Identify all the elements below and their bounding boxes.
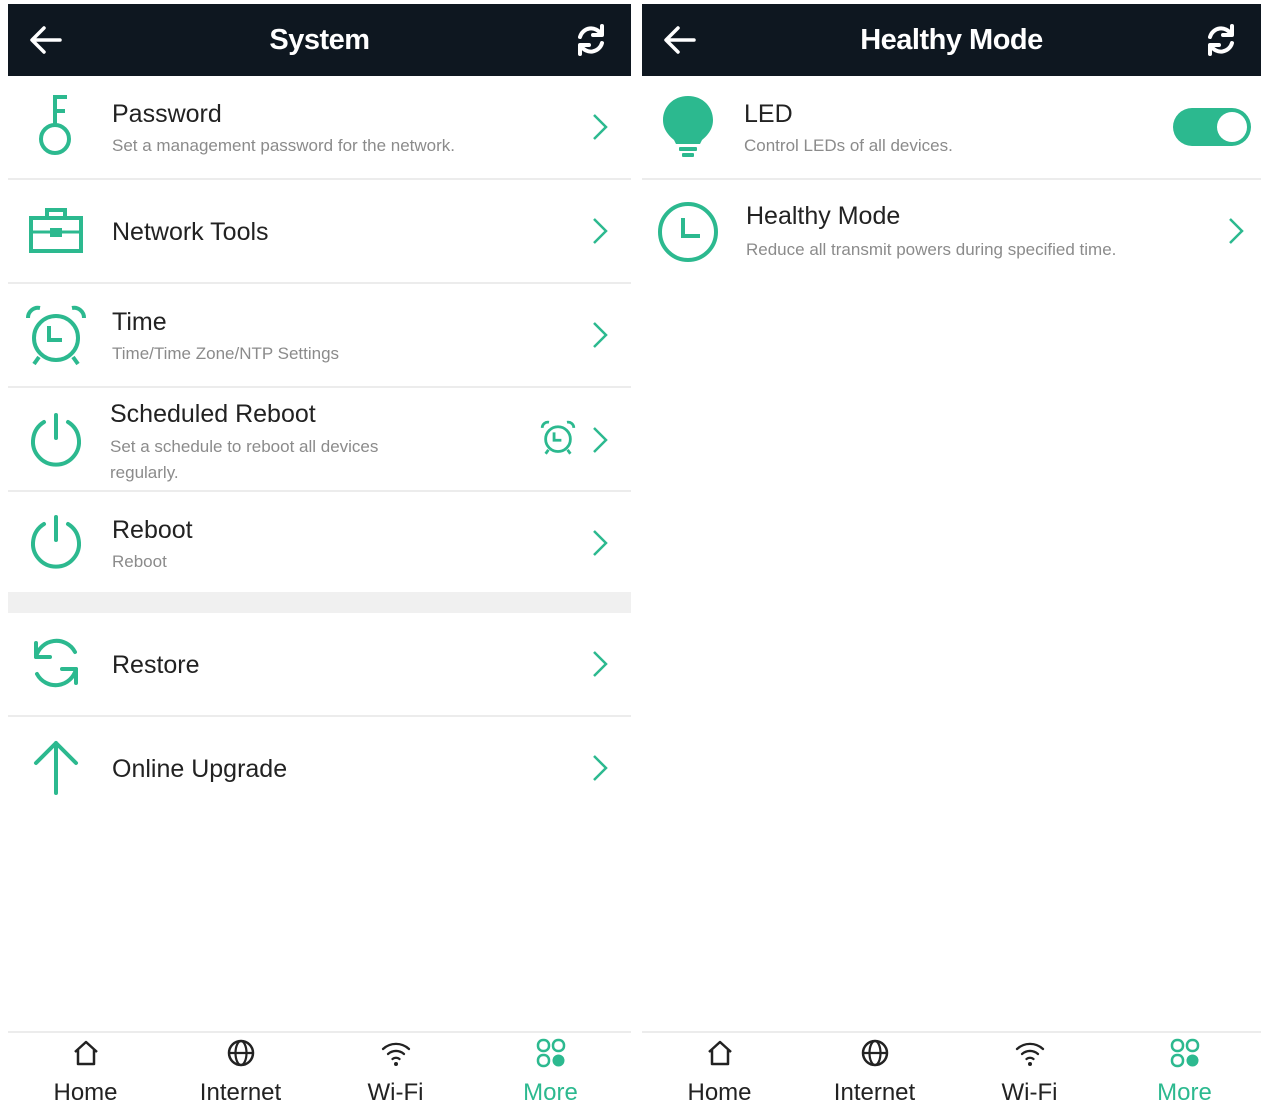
setting-label: LED [744,100,793,128]
globe-icon [227,1039,255,1067]
more-icon [1170,1038,1200,1068]
system-screen: System Password Set a management passwor… [8,4,631,1111]
power-icon [31,413,81,467]
tab-internet[interactable]: Internet [797,1033,952,1111]
menu-item-network-tools[interactable]: Network Tools [8,180,631,284]
menu-item-time[interactable]: Time Time/Time Zone/NTP Settings [8,284,631,388]
tab-home[interactable]: Home [642,1033,797,1111]
tab-label: More [523,1079,578,1106]
menu-item-label: Scheduled Reboot [110,400,316,428]
refresh-icon[interactable] [573,22,609,58]
tab-more[interactable]: More [473,1033,628,1111]
toolbox-icon [29,208,83,253]
menu-item-restore[interactable]: Restore [8,613,631,717]
chevron-right-icon [1229,218,1244,244]
chevron-right-icon [593,218,608,244]
menu-item-label: Password [112,100,222,128]
restore-icon [34,638,78,688]
clock-icon [658,202,718,262]
scheduled-alarm-icon [540,420,576,455]
wifi-icon [381,1042,411,1066]
tab-label: Internet [833,1079,916,1106]
key-icon [39,95,71,155]
chevron-right-icon [593,755,608,781]
wifi-icon [1015,1042,1045,1066]
top-bar: Healthy Mode [642,4,1261,76]
led-toggle[interactable] [1173,108,1251,146]
menu-item-label: Healthy Mode [746,202,901,230]
menu-item-password[interactable]: Password Set a management password for t… [8,76,631,180]
tab-wifi[interactable]: Wi-Fi [318,1033,473,1111]
menu-item-label: Online Upgrade [112,755,288,783]
tab-label: Wi-Fi [1001,1079,1058,1106]
chevron-right-icon [593,530,608,556]
tab-internet[interactable]: Internet [163,1033,318,1111]
tab-home[interactable]: Home [8,1033,163,1111]
page-title: Healthy Mode [860,24,1043,56]
menu-item-description: Set a management password for the networ… [112,136,456,155]
section-gap [8,592,631,613]
setting-led: LED Control LEDs of all devices. [642,76,1261,180]
bulb-icon [663,96,713,157]
menu-item-online-upgrade[interactable]: Online Upgrade [8,717,631,817]
tab-label: Home [687,1079,752,1106]
tab-label: Wi-Fi [367,1079,424,1106]
more-icon [536,1038,566,1068]
menu-item-description: Time/Time Zone/NTP Settings [112,344,340,363]
tab-label: Home [53,1079,118,1106]
alarm-clock-icon [26,305,86,366]
chevron-right-icon [593,651,608,677]
tab-label: Internet [199,1079,282,1106]
tab-wifi[interactable]: Wi-Fi [952,1033,1107,1111]
menu-item-label: Time [112,308,167,336]
bottom-tab-bar: Home Internet Wi-Fi More [8,1031,631,1111]
menu-item-reboot[interactable]: Reboot Reboot [8,492,631,592]
top-bar: System [8,4,631,76]
menu-item-label: Network Tools [112,218,269,246]
chevron-right-icon [593,114,608,140]
menu-item-label: Reboot [112,516,193,544]
menu-item-description: Reduce all transmit powers during specif… [746,240,1117,259]
page-title: System [269,24,370,56]
menu-item-description: Reboot [112,552,167,571]
tab-more[interactable]: More [1107,1033,1261,1111]
setting-description: Control LEDs of all devices. [744,136,953,155]
power-icon [31,515,81,569]
refresh-icon[interactable] [1203,22,1239,58]
home-icon [708,1040,732,1066]
healthy-mode-screen: Healthy Mode LED Control LEDs of all dev… [642,4,1261,1111]
menu-item-scheduled-reboot[interactable]: Scheduled Reboot Set a schedule to reboo… [8,388,631,492]
globe-icon [861,1039,889,1067]
tab-label: More [1157,1079,1212,1106]
arrow-up-icon [34,741,78,795]
home-icon [74,1040,98,1066]
toggle-knob [1217,112,1247,142]
chevron-right-icon [593,427,608,453]
bottom-tab-bar: Home Internet Wi-Fi More [642,1031,1261,1111]
menu-item-healthy-mode[interactable]: Healthy Mode Reduce all transmit powers … [642,180,1261,286]
menu-item-label: Restore [112,651,200,679]
chevron-right-icon [593,322,608,348]
menu-item-description: Set a schedule to reboot all devices reg… [110,437,379,482]
